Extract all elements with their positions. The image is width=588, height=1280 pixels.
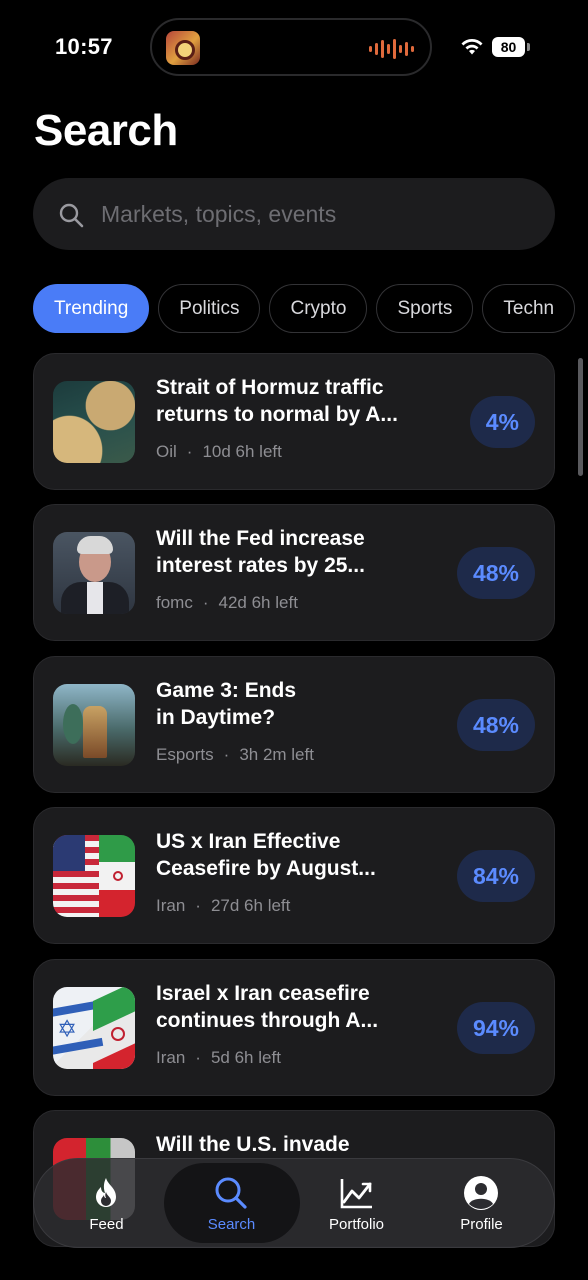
market-title: Will the U.S. invade — [156, 1133, 350, 1156]
market-card[interactable]: Strait of Hormuz traffic returns to norma… — [33, 353, 555, 490]
search-icon — [59, 203, 84, 228]
scrollbar[interactable] — [578, 358, 583, 476]
market-percent-badge[interactable]: 84% — [456, 850, 535, 902]
market-card[interactable]: ✡ Israel x Iran ceasefire continues throu… — [33, 959, 555, 1096]
market-title: Will the Fed increase interest rates by 2… — [156, 527, 365, 577]
category-chips: Trending Politics Crypto Sports Techn — [33, 284, 588, 334]
market-meta: fomc · 42d 6h left — [156, 593, 298, 612]
person-icon — [464, 1176, 498, 1210]
tab-label: Search — [207, 1216, 256, 1233]
market-card[interactable]: Will the Fed increase interest rates by 2… — [33, 504, 555, 641]
chip-technology[interactable]: Techn — [482, 284, 576, 333]
market-time-left: 10d 6h left — [202, 442, 282, 461]
battery-level: 80 — [492, 37, 525, 57]
market-time-left: 27d 6h left — [210, 896, 291, 915]
market-meta: Esports · 3h 2m left — [156, 745, 314, 764]
tab-feed[interactable]: Feed — [44, 1159, 169, 1249]
market-percent-badge[interactable]: 94% — [456, 1002, 535, 1054]
tab-label: Profile — [460, 1216, 503, 1233]
tab-portfolio[interactable]: Portfolio — [294, 1159, 419, 1249]
search-icon — [215, 1177, 247, 1209]
market-percent-badge[interactable]: 4% — [469, 396, 535, 448]
status-bar: 10:57 80 — [0, 0, 588, 92]
dynamic-island[interactable] — [150, 18, 432, 76]
search-bar[interactable] — [33, 178, 555, 250]
chip-politics[interactable]: Politics — [158, 284, 261, 333]
market-thumbnail — [53, 684, 135, 766]
market-percent-badge[interactable]: 48% — [456, 547, 535, 599]
market-meta: Iran · 27d 6h left — [156, 896, 291, 915]
market-thumbnail — [53, 381, 135, 463]
market-category: fomc — [156, 593, 193, 612]
page-title: Search — [34, 106, 178, 155]
battery-icon: 80 — [492, 37, 530, 57]
chip-sports[interactable]: Sports — [376, 284, 474, 333]
market-meta: Oil · 10d 6h left — [156, 442, 282, 461]
tab-label: Portfolio — [328, 1216, 385, 1233]
tab-profile[interactable]: Profile — [419, 1159, 544, 1249]
market-time-left: 3h 2m left — [239, 745, 314, 764]
market-title: Game 3: Ends in Daytime? — [156, 679, 297, 729]
market-time-left: 5d 6h left — [210, 1048, 281, 1067]
market-title: Israel x Iran ceasefire continues through… — [156, 982, 379, 1032]
market-card[interactable]: Game 3: Ends in Daytime? Esports · 3h 2m le… — [33, 656, 555, 793]
tab-search[interactable]: Search — [169, 1159, 294, 1249]
tab-label: Feed — [89, 1216, 124, 1233]
flame-icon — [96, 1178, 116, 1207]
market-time-left: 42d 6h left — [218, 593, 298, 612]
market-category: Iran — [156, 896, 186, 915]
tab-bar: Feed Search Portfolio Profile — [33, 1158, 555, 1248]
market-meta: Iran · 5d 6h left — [156, 1048, 281, 1067]
market-category: Oil — [156, 442, 177, 461]
clock: 10:57 — [55, 34, 113, 59]
chip-trending[interactable]: Trending — [33, 284, 150, 333]
market-title: US x Iran Effective Ceasefire by August..… — [156, 830, 376, 880]
chip-crypto[interactable]: Crypto — [269, 284, 368, 333]
market-category: Esports — [156, 745, 214, 764]
chart-line-icon — [340, 1179, 372, 1209]
now-playing-artwork — [166, 31, 200, 65]
market-thumbnail — [53, 532, 135, 614]
market-thumbnail — [53, 835, 135, 917]
market-thumbnail: ✡ — [53, 987, 135, 1069]
audio-waveform-icon — [369, 38, 414, 60]
search-input[interactable] — [101, 178, 531, 250]
wifi-icon — [461, 39, 483, 55]
market-title: Strait of Hormuz traffic returns to norma… — [156, 376, 398, 426]
market-category: Iran — [156, 1048, 186, 1067]
market-card[interactable]: US x Iran Effective Ceasefire by August..… — [33, 807, 555, 944]
market-percent-badge[interactable]: 48% — [456, 699, 535, 751]
